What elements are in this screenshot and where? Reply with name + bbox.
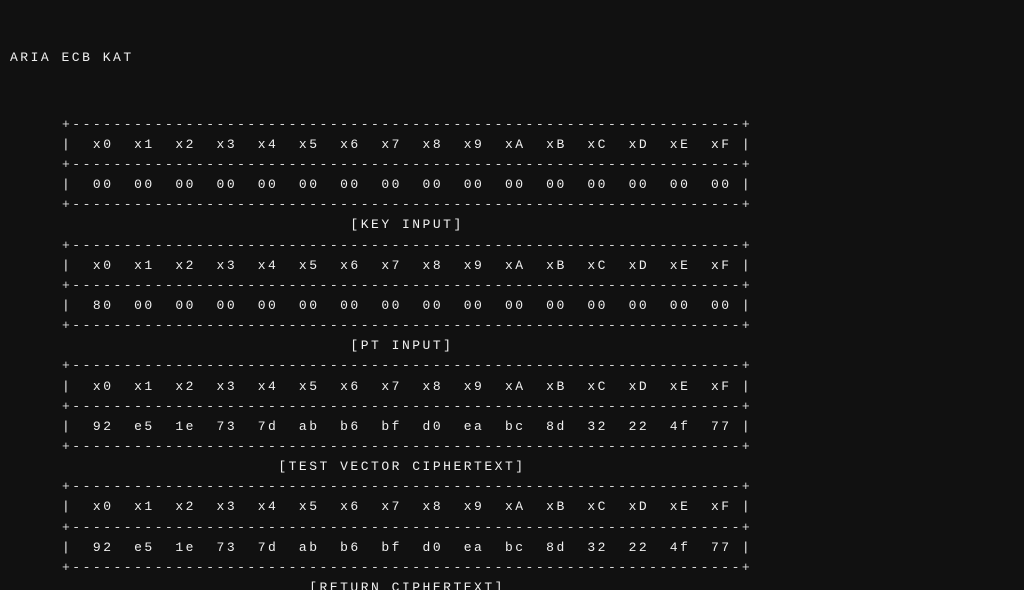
section-label: [RETURN CIPHERTEXT] bbox=[62, 580, 752, 590]
section-label: [PT INPUT] bbox=[62, 338, 752, 353]
separator-line: +---------------------------------------… bbox=[62, 560, 752, 575]
section-label: [KEY INPUT] bbox=[62, 217, 752, 232]
separator-line: +---------------------------------------… bbox=[62, 117, 752, 132]
separator-line: +---------------------------------------… bbox=[62, 197, 752, 212]
kat-output: +---------------------------------------… bbox=[6, 115, 1018, 590]
separator-line: +---------------------------------------… bbox=[62, 479, 752, 494]
terminal-screen: ARIA ECB KAT +--------------------------… bbox=[0, 0, 1024, 590]
data-row: | 80 00 00 00 00 00 00 00 00 00 00 00 00… bbox=[62, 298, 752, 313]
data-row: | 92 e5 1e 73 7d ab b6 bf d0 ea bc 8d 32… bbox=[62, 419, 752, 434]
data-row: | x0 x1 x2 x3 x4 x5 x6 x7 x8 x9 xA xB xC… bbox=[62, 499, 752, 514]
separator-line: +---------------------------------------… bbox=[62, 278, 752, 293]
data-row: | x0 x1 x2 x3 x4 x5 x6 x7 x8 x9 xA xB xC… bbox=[62, 137, 752, 152]
separator-line: +---------------------------------------… bbox=[62, 520, 752, 535]
data-row: | x0 x1 x2 x3 x4 x5 x6 x7 x8 x9 xA xB xC… bbox=[62, 258, 752, 273]
separator-line: +---------------------------------------… bbox=[62, 358, 752, 373]
separator-line: +---------------------------------------… bbox=[62, 399, 752, 414]
data-row: | x0 x1 x2 x3 x4 x5 x6 x7 x8 x9 xA xB xC… bbox=[62, 379, 752, 394]
section-label: [TEST VECTOR CIPHERTEXT] bbox=[62, 459, 752, 474]
data-row: | 00 00 00 00 00 00 00 00 00 00 00 00 00… bbox=[62, 177, 752, 192]
page-title: ARIA ECB KAT bbox=[6, 48, 1018, 68]
data-row: | 92 e5 1e 73 7d ab b6 bf d0 ea bc 8d 32… bbox=[62, 540, 752, 555]
separator-line: +---------------------------------------… bbox=[62, 238, 752, 253]
separator-line: +---------------------------------------… bbox=[62, 439, 752, 454]
separator-line: +---------------------------------------… bbox=[62, 157, 752, 172]
separator-line: +---------------------------------------… bbox=[62, 318, 752, 333]
